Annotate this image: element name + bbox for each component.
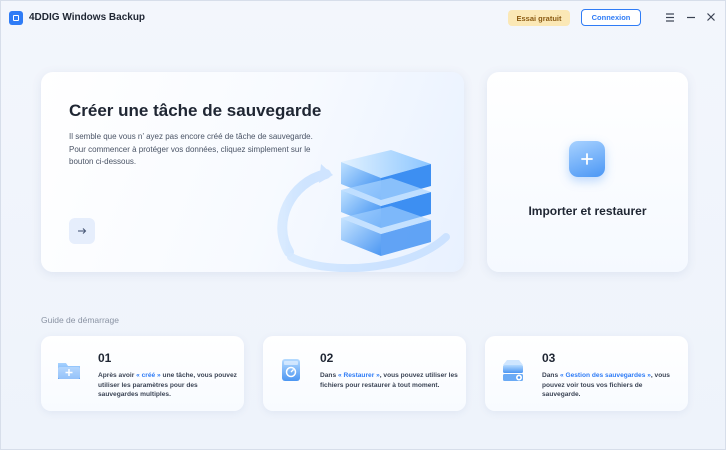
- step-description: Dans « Gestion des sauvegardes », vous p…: [542, 372, 670, 398]
- close-icon[interactable]: [705, 11, 717, 23]
- guide-step-card: 03 Dans « Gestion des sauvegardes », vou…: [485, 336, 688, 411]
- title-bar: 4DDIG Windows Backup Essai gratuit Conne…: [1, 1, 725, 35]
- menu-icon[interactable]: [664, 11, 676, 23]
- guide-step-card: 01 Après avoir « créé » une tâche, vous …: [41, 336, 244, 411]
- step-restore-link[interactable]: « Restaurer »: [338, 372, 380, 379]
- start-create-button[interactable]: [69, 218, 95, 244]
- step-number: 03: [542, 351, 556, 365]
- restore-drive-icon: [277, 356, 305, 384]
- trial-badge[interactable]: Essai gratuit: [508, 10, 570, 26]
- create-backup-title: Créer une tâche de sauvegarde: [69, 101, 322, 120]
- step-manage-link[interactable]: « Gestion des sauvegardes »: [560, 372, 651, 379]
- login-button[interactable]: Connexion: [581, 9, 641, 26]
- import-restore-label: Importer et restaurer: [528, 204, 647, 218]
- step-number: 01: [98, 351, 112, 365]
- app-logo-icon: [9, 11, 23, 25]
- step-description: Dans « Restaurer », vous pouvez utiliser…: [320, 372, 458, 389]
- minimize-icon[interactable]: [685, 11, 697, 23]
- guide-heading: Guide de démarrage: [41, 315, 119, 325]
- step-description: Après avoir « créé » une tâche, vous pou…: [98, 372, 237, 398]
- guide-step-card: 02 Dans « Restaurer », vous pouvez utili…: [263, 336, 466, 411]
- plus-icon[interactable]: [569, 141, 605, 177]
- arrow-right-icon: [78, 228, 87, 234]
- backup-server-illustration: [271, 142, 451, 272]
- backup-manage-icon: [499, 356, 527, 384]
- app-window: 4DDIG Windows Backup Essai gratuit Conne…: [0, 0, 726, 450]
- create-backup-card[interactable]: Créer une tâche de sauvegarde Il semble …: [41, 72, 464, 272]
- step-number: 02: [320, 351, 334, 365]
- app-title: 4DDIG Windows Backup: [29, 12, 146, 23]
- step-create-link[interactable]: « créé »: [136, 372, 161, 379]
- folder-icon: [55, 356, 83, 384]
- import-restore-card[interactable]: Importer et restaurer: [487, 72, 688, 272]
